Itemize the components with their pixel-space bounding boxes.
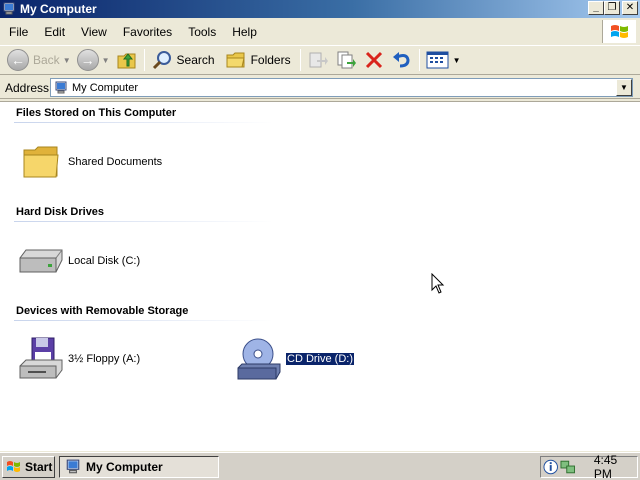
up-button[interactable] <box>113 47 141 73</box>
delete-icon <box>365 51 382 69</box>
toolbar-separator <box>418 49 420 71</box>
cd-drive-icon <box>236 336 282 382</box>
floppy-drive-icon <box>18 336 64 382</box>
mouse-cursor-icon <box>431 273 445 294</box>
windows-flag-icon <box>7 461 20 472</box>
menu-bar: File Edit View Favorites Tools Help <box>0 19 640 44</box>
copy-to-button[interactable] <box>332 47 360 73</box>
chevron-down-icon[interactable]: ▼ <box>63 56 71 65</box>
item-shared-documents[interactable]: Shared Documents <box>18 139 162 185</box>
views-icon <box>426 51 449 69</box>
forward-arrow-icon: → <box>76 49 99 71</box>
group-header-hard-disks: Hard Disk Drives <box>16 206 105 218</box>
network-icon[interactable] <box>560 459 576 475</box>
folder-up-icon <box>117 53 136 69</box>
item-label: Local Disk (C:) <box>68 255 141 267</box>
address-dropdown-button[interactable]: ▼ <box>616 79 632 96</box>
item-label: Shared Documents <box>68 156 163 168</box>
move-to-button[interactable] <box>304 47 332 73</box>
window-title: My Computer <box>20 2 97 16</box>
address-bar: Address My Computer ▼ <box>0 77 640 99</box>
item-local-disk-c[interactable]: Local Disk (C:) <box>18 238 140 284</box>
address-label: Address <box>5 80 50 95</box>
my-computer-icon <box>66 459 80 474</box>
group-divider <box>14 122 274 123</box>
copy-to-icon <box>337 51 356 69</box>
folder-icon <box>18 139 64 185</box>
back-button[interactable]: ← Back ▼ <box>4 47 74 73</box>
back-arrow-icon: ← <box>7 49 29 71</box>
file-list-pane[interactable]: Files Stored on This Computer Shared Doc… <box>0 101 640 451</box>
group-divider <box>14 221 274 222</box>
search-label: Search <box>176 53 215 67</box>
undo-button[interactable] <box>388 47 416 73</box>
item-floppy-a[interactable]: 3½ Floppy (A:) <box>18 336 140 382</box>
views-button[interactable]: ▼ <box>423 47 464 73</box>
back-label: Back <box>33 53 60 67</box>
item-cd-drive-d[interactable]: CD Drive (D:) <box>236 336 355 382</box>
menu-view[interactable]: View <box>72 25 114 39</box>
menu-file[interactable]: File <box>0 25 35 39</box>
start-button[interactable]: Start <box>2 456 55 478</box>
group-header-removable: Devices with Removable Storage <box>16 305 189 317</box>
system-tray: 4:45 PM <box>540 453 638 480</box>
taskbar-button-label: My Computer <box>86 460 163 474</box>
restore-button[interactable]: ❐ <box>604 1 620 15</box>
undo-icon <box>392 52 410 68</box>
menu-help[interactable]: Help <box>223 25 264 39</box>
toolbar: ← Back ▼ → ▼ Search Folders ▼ <box>0 45 640 75</box>
minimize-button[interactable]: _ <box>588 1 604 15</box>
clock: 4:45 PM <box>593 453 618 480</box>
title-bar[interactable]: My Computer _ ❐ ✕ <box>0 0 640 18</box>
taskbar: Start My Computer 4:45 PM <box>0 452 640 480</box>
menu-tools[interactable]: Tools <box>179 25 223 39</box>
hard-disk-icon <box>18 238 64 284</box>
my-computer-icon <box>3 2 15 15</box>
menu-edit[interactable]: Edit <box>35 25 72 39</box>
forward-button[interactable]: → ▼ <box>74 47 113 73</box>
close-button[interactable]: ✕ <box>622 1 638 15</box>
move-to-icon <box>309 52 328 68</box>
windows-logo <box>602 20 636 43</box>
info-icon[interactable] <box>543 459 558 475</box>
item-label: 3½ Floppy (A:) <box>68 353 141 365</box>
menu-favorites[interactable]: Favorites <box>114 25 179 39</box>
my-computer-icon <box>55 81 67 93</box>
group-header-files: Files Stored on This Computer <box>16 107 177 119</box>
search-icon <box>152 51 171 70</box>
folders-icon <box>226 52 245 68</box>
folders-label: Folders <box>250 53 291 67</box>
chevron-down-icon[interactable]: ▼ <box>453 56 461 65</box>
start-label: Start <box>25 460 53 474</box>
windows-flag-icon <box>610 24 628 38</box>
toolbar-separator <box>143 49 145 71</box>
folders-button[interactable]: Folders <box>222 47 294 73</box>
item-label: CD Drive (D:) <box>285 352 355 366</box>
delete-button[interactable] <box>360 47 388 73</box>
taskbar-button-my-computer[interactable]: My Computer <box>59 456 219 478</box>
chevron-down-icon[interactable]: ▼ <box>102 56 110 65</box>
search-button[interactable]: Search <box>148 47 218 73</box>
group-divider <box>14 320 274 321</box>
address-value: My Computer <box>72 81 139 94</box>
toolbar-separator <box>299 49 301 71</box>
address-field[interactable]: My Computer ▼ <box>50 78 633 97</box>
